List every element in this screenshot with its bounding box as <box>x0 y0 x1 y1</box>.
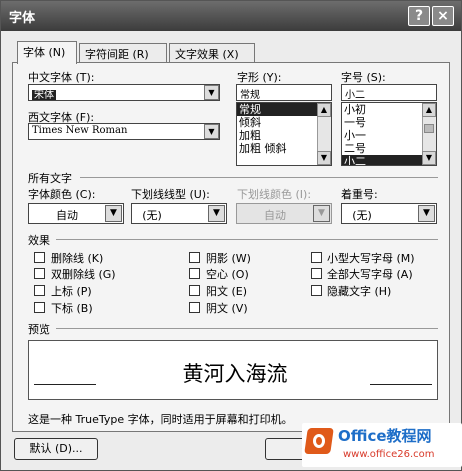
small-caps-checkbox[interactable] <box>311 252 322 263</box>
help-button[interactable]: ? <box>408 6 430 26</box>
font-color-dropdown[interactable]: 自动 ▼ <box>28 203 124 224</box>
chevron-down-icon[interactable]: ▼ <box>208 205 225 222</box>
divider <box>80 177 438 178</box>
default-button[interactable]: 默认 (D)... <box>14 438 98 460</box>
scroll-up-icon[interactable]: ▲ <box>317 103 331 117</box>
strikethrough-label: 删除线 (K) <box>51 252 104 265</box>
underline-style-label: 下划线线型 (U): <box>131 188 210 201</box>
engrave-checkbox[interactable] <box>189 302 200 313</box>
style-option[interactable]: 常规 <box>237 103 317 116</box>
cn-font-label: 中文字体 (T): <box>28 71 95 84</box>
superscript-checkbox[interactable] <box>34 285 45 296</box>
shadow-label: 阴影 (W) <box>206 252 251 265</box>
office-logo-ring <box>313 434 325 448</box>
underline-style-value: (无) <box>142 209 162 222</box>
chevron-down-icon[interactable]: ▼ <box>204 124 219 139</box>
scroll-down-icon[interactable]: ▼ <box>317 151 331 165</box>
double-strikethrough-checkbox[interactable] <box>34 268 45 279</box>
cn-font-value: 宋体 <box>32 90 56 101</box>
superscript-label: 上标 (P) <box>51 285 92 298</box>
subscript-checkbox[interactable] <box>34 302 45 313</box>
underline-color-dropdown: 自动 ▼ <box>236 203 332 224</box>
small-caps-label: 小型大写字母 (M) <box>327 252 415 265</box>
tab-text-effects[interactable]: 文字效果 (X) <box>169 43 255 63</box>
title-bar[interactable] <box>1 1 461 31</box>
chevron-down-icon[interactable]: ▼ <box>105 205 122 222</box>
tab-font[interactable]: 字体 (N) <box>17 41 77 64</box>
preview-sample-text: 黄河入海流 <box>182 362 288 386</box>
emphasis-mark-label: 着重号: <box>341 188 378 201</box>
cn-font-dropdown[interactable]: 宋体 <box>28 84 220 101</box>
west-font-dropdown[interactable]: Times New Roman <box>28 123 220 140</box>
underline-color-value: 自动 <box>264 209 286 222</box>
preview-heading: 预览 <box>28 323 50 336</box>
scroll-down-icon[interactable]: ▼ <box>422 151 436 165</box>
outline-label: 空心 (O) <box>206 268 249 281</box>
preview-baseline <box>34 384 96 385</box>
all-caps-label: 全部大写字母 (A) <box>327 268 413 281</box>
preview-note: 这是一种 TrueType 字体，同时适用于屏幕和打印机。 <box>28 413 293 426</box>
size-label: 字号 (S): <box>341 71 386 84</box>
engrave-label: 阴文 (V) <box>206 302 248 315</box>
effects-heading: 效果 <box>28 234 50 247</box>
dialog-title: 字体 <box>9 11 36 26</box>
size-input[interactable]: 小二 <box>341 84 437 101</box>
emphasis-dropdown[interactable]: (无) ▼ <box>341 203 437 224</box>
emboss-checkbox[interactable] <box>189 285 200 296</box>
scroll-up-icon[interactable]: ▲ <box>422 103 436 117</box>
watermark-url: www.office26.com <box>343 449 435 460</box>
hidden-checkbox[interactable] <box>311 285 322 296</box>
style-input[interactable]: 常规 <box>236 84 332 101</box>
font-color-label: 字体颜色 (C): <box>28 188 96 201</box>
scroll-thumb[interactable] <box>424 124 434 133</box>
shadow-checkbox[interactable] <box>189 252 200 263</box>
all-text-heading: 所有文字 <box>28 172 72 185</box>
font-color-value: 自动 <box>56 209 78 222</box>
chevron-down-icon[interactable]: ▼ <box>418 205 435 222</box>
preview-baseline <box>370 384 432 385</box>
subscript-label: 下标 (B) <box>51 302 93 315</box>
close-button[interactable]: × <box>432 6 454 26</box>
west-font-value: Times New Roman <box>32 125 128 136</box>
underline-color-label: 下划线颜色 (I): <box>237 188 312 201</box>
underline-style-dropdown[interactable]: (无) ▼ <box>131 203 227 224</box>
emboss-label: 阳文 (E) <box>206 285 248 298</box>
hidden-label: 隐藏文字 (H) <box>327 285 392 298</box>
divider <box>56 239 438 240</box>
outline-checkbox[interactable] <box>189 268 200 279</box>
emphasis-value: (无) <box>352 209 372 222</box>
divider <box>56 328 438 329</box>
tab-character-spacing[interactable]: 字符间距 (R) <box>79 43 167 63</box>
size-option[interactable]: 小二 <box>342 155 422 165</box>
chevron-down-icon[interactable]: ▼ <box>204 85 219 100</box>
chevron-down-icon: ▼ <box>313 205 330 222</box>
style-label: 字形 (Y): <box>237 71 282 84</box>
watermark-brand: Office教程网 <box>338 427 432 445</box>
strikethrough-checkbox[interactable] <box>34 252 45 263</box>
all-caps-checkbox[interactable] <box>311 268 322 279</box>
double-strikethrough-label: 双删除线 (G) <box>51 268 116 281</box>
